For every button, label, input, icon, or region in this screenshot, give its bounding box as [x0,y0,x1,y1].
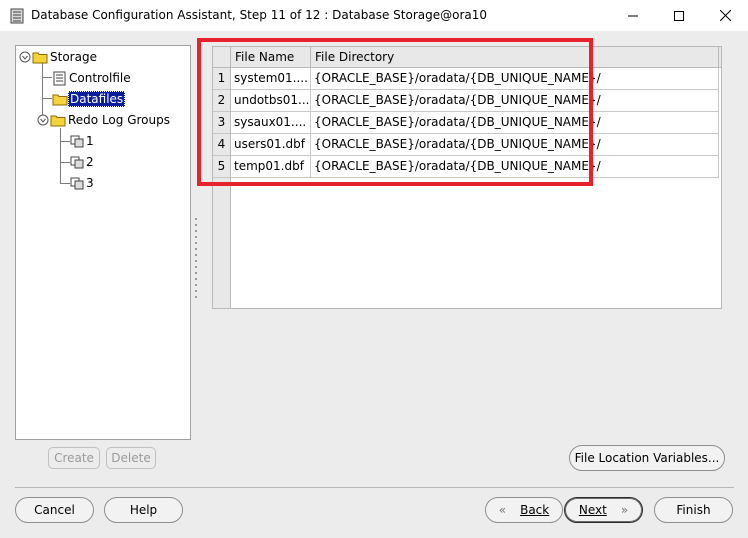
cancel-button[interactable]: Cancel [15,497,94,523]
next-label: Next [578,503,607,517]
file-directory-cell[interactable]: {ORACLE_BASE}/oradata/{DB_UNIQUE_NAME}/ [311,134,719,156]
tree-connector [42,77,52,78]
folder-icon [52,94,68,106]
file-name-cell[interactable]: undotbs01... [231,90,311,112]
next-chevron-icon: » [620,503,629,517]
table-header: File Name File Directory [213,47,721,68]
tree-label: Redo Log Groups [68,113,170,127]
column-header-file-directory[interactable]: File Directory [311,47,719,67]
window-title: Database Configuration Assistant, Step 1… [31,8,488,22]
collapse-toggle-icon[interactable] [37,114,49,126]
tree-label: 1 [86,134,94,148]
tree-node-redo-group-3[interactable]: 3 [70,174,96,192]
back-button[interactable]: « Back [485,497,563,523]
file-directory-cell[interactable]: {ORACLE_BASE}/oradata/{DB_UNIQUE_NAME}/ [311,112,719,134]
help-label: Help [129,503,158,517]
maximize-button[interactable] [656,0,702,31]
column-header-file-name[interactable]: File Name [231,47,311,67]
tree-node-redo-group-1[interactable]: 1 [70,132,96,150]
file-name-cell[interactable]: sysaux01.... [231,112,311,134]
tree-connector [60,141,70,142]
redo-log-icon [70,135,84,148]
tree-node-redo-group-2[interactable]: 2 [70,153,96,171]
tree-label: 3 [86,176,94,190]
file-name-cell[interactable]: users01.dbf [231,134,311,156]
storage-tree[interactable]: Storage Controlfile Datafiles Redo Log G… [15,45,191,440]
finish-label: Finish [676,503,711,517]
close-button[interactable] [702,0,748,31]
minimize-button[interactable] [610,0,656,31]
table-row[interactable]: 2 undotbs01... {ORACLE_BASE}/oradata/{DB… [213,90,719,112]
tree-node-datafiles[interactable]: Datafiles [52,90,126,108]
file-location-label: File Location Variables... [574,451,720,465]
create-label: Create [54,451,94,465]
file-directory-cell[interactable]: {ORACLE_BASE}/oradata/{DB_UNIQUE_NAME}/ [311,90,719,112]
create-button[interactable]: Create [48,447,100,469]
close-icon [719,10,731,21]
tree-connector [60,128,61,183]
table-row[interactable]: 1 system01.... {ORACLE_BASE}/oradata/{DB… [213,68,719,90]
folder-icon [32,52,48,64]
bottom-separator [15,487,734,488]
next-button[interactable]: Next » [564,497,643,523]
tree-connector [42,63,43,115]
collapse-toggle-icon[interactable] [19,51,31,63]
file-name-cell[interactable]: temp01.dbf [231,156,311,178]
row-number: 4 [213,134,231,156]
split-pane-divider[interactable] [194,218,198,302]
maximize-icon [674,10,684,21]
tree-node-redo-log-groups[interactable]: Redo Log Groups [37,111,172,129]
redo-log-icon [70,156,84,169]
tree-label: Datafiles [68,91,126,107]
table-row[interactable]: 3 sysaux01.... {ORACLE_BASE}/oradata/{DB… [213,112,719,134]
title-bar: Database Configuration Assistant, Step 1… [0,0,748,31]
tree-node-controlfile[interactable]: Controlfile [53,69,133,87]
cancel-label: Cancel [34,503,75,517]
delete-label: Delete [111,451,151,465]
tree-connector [60,183,70,184]
finish-button[interactable]: Finish [654,497,733,523]
file-name-cell[interactable]: system01.... [231,68,311,90]
row-number: 5 [213,156,231,178]
row-number: 3 [213,112,231,134]
back-label: Back [520,503,550,517]
datafiles-table: File Name File Directory 1 system01.... … [212,46,722,309]
file-directory-cell[interactable]: {ORACLE_BASE}/oradata/{DB_UNIQUE_NAME}/ [311,68,719,90]
tree-label: Storage [50,50,97,64]
row-number: 1 [213,68,231,90]
delete-button[interactable]: Delete [106,447,156,469]
tree-label: Controlfile [69,71,131,85]
folder-icon [50,115,66,127]
back-chevron-icon: « [498,503,507,517]
row-number: 2 [213,90,231,112]
table-row[interactable]: 4 users01.dbf {ORACLE_BASE}/oradata/{DB_… [213,134,719,156]
controlfile-icon [53,71,66,85]
minimize-icon [628,15,638,16]
corner-cell [213,47,231,67]
file-location-variables-button[interactable]: File Location Variables... [569,445,725,471]
database-app-icon [9,8,25,24]
tree-label: 2 [86,155,94,169]
dialog-content: Storage Controlfile Datafiles Redo Log G… [0,31,748,538]
help-button[interactable]: Help [104,497,183,523]
file-directory-cell[interactable]: {ORACLE_BASE}/oradata/{DB_UNIQUE_NAME}/ [311,156,719,178]
table-row[interactable]: 5 temp01.dbf {ORACLE_BASE}/oradata/{DB_U… [213,156,719,178]
tree-connector [42,98,52,99]
redo-log-icon [70,177,84,190]
tree-node-storage[interactable]: Storage [19,48,99,66]
tree-connector [60,162,70,163]
